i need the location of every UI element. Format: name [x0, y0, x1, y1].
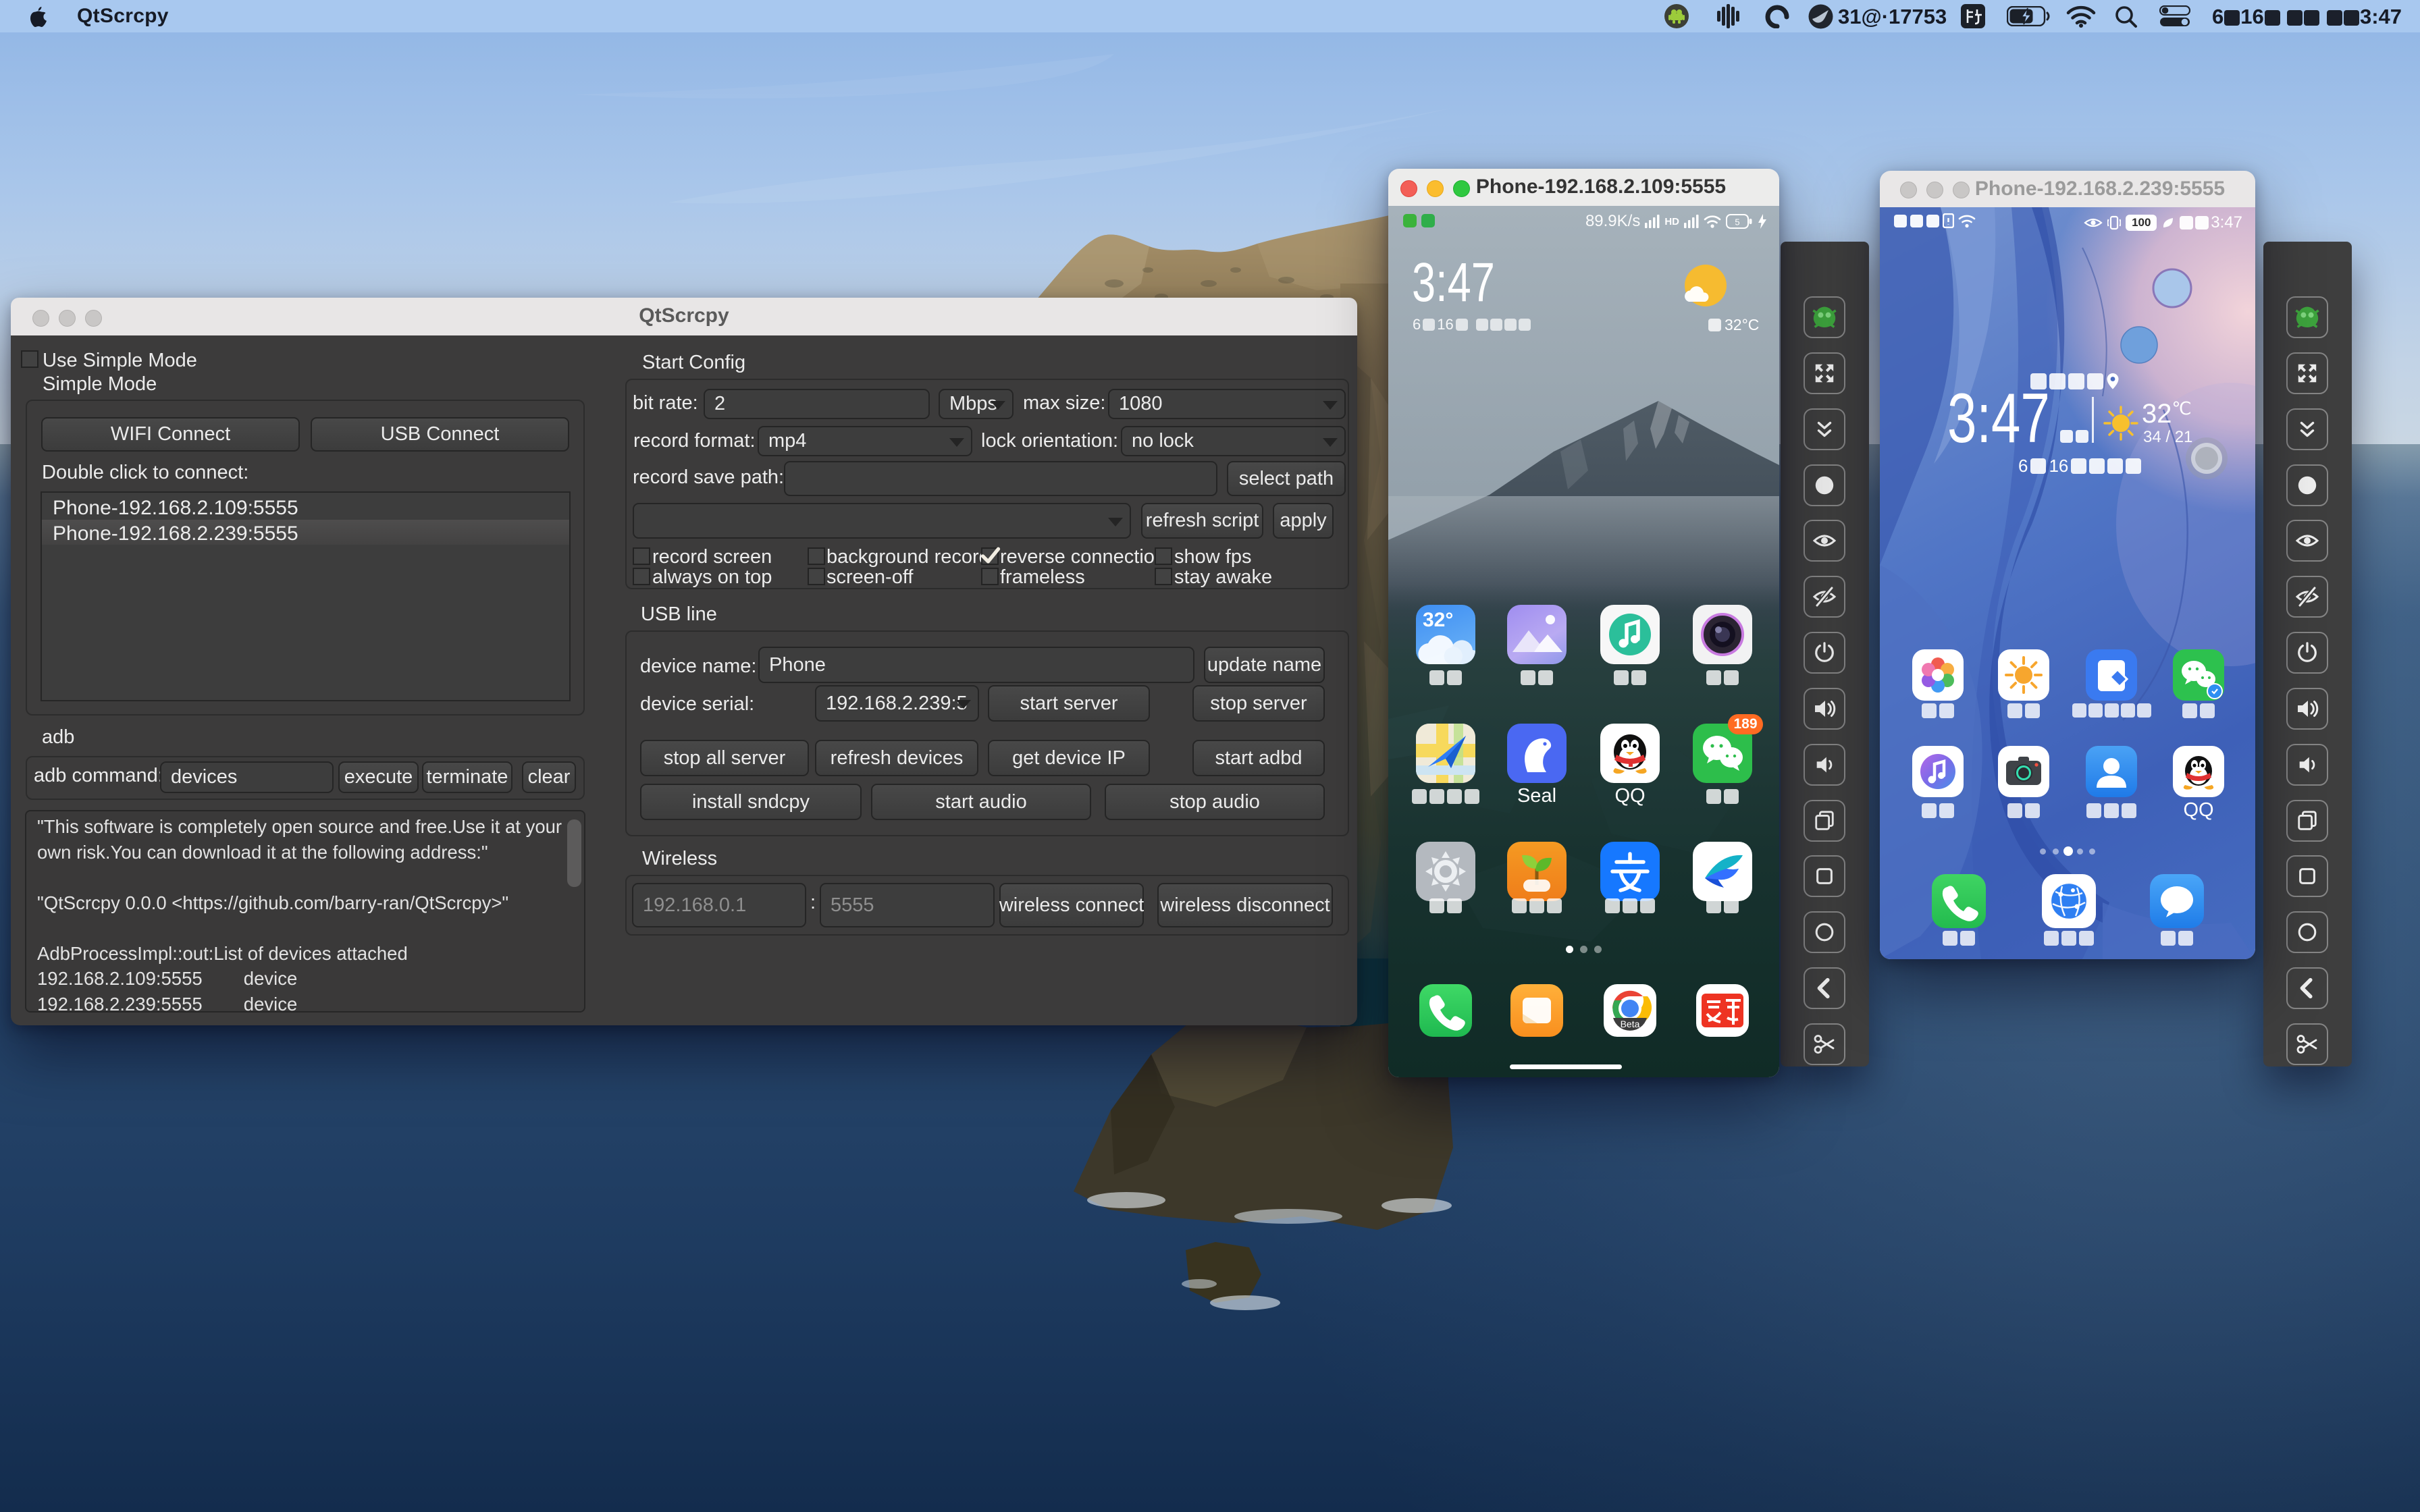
- svg-text:5: 5: [1735, 217, 1739, 227]
- svg-text:Beta: Beta: [1621, 1019, 1640, 1029]
